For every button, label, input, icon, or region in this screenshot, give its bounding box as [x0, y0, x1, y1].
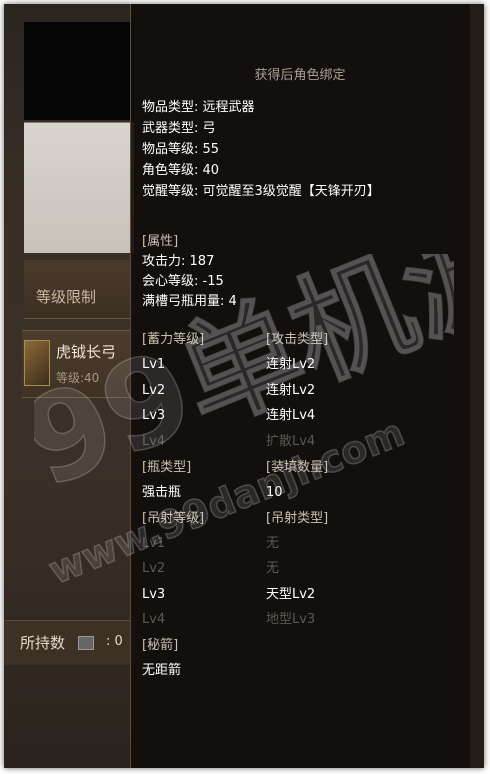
arc-lv1: Lv1 [142, 536, 166, 551]
arc-level-header: [吊射等级] [142, 511, 205, 526]
attr-header: [属性] [142, 234, 179, 249]
charge-type3: 连射Lv4 [266, 408, 316, 423]
secret-value: 无距箭 [142, 663, 182, 678]
attack-type-header: [攻击类型] [266, 332, 329, 347]
charge-type2: 连射Lv2 [266, 383, 316, 398]
arc-type-header: [吊射类型] [266, 511, 329, 526]
arc-type2: 无 [266, 561, 280, 576]
charge-lv4: Lv4 [142, 434, 166, 449]
charge-type4: 扩散Lv4 [266, 434, 316, 449]
info-weapon-type: 武器类型: 弓 [142, 121, 216, 136]
info-char-level: 角色等级: 40 [142, 163, 220, 178]
bottle-header: [瓶类型] [142, 460, 192, 475]
bag-icon [78, 636, 94, 650]
hold-count-label: 所持数 [20, 634, 66, 652]
arc-type3: 天型Lv2 [266, 587, 316, 602]
load-value: 10 [266, 485, 283, 500]
info-awaken-level: 觉醒等级: 可觉醒至3级觉醒【天锋开刃】 [142, 184, 380, 199]
arc-lv4: Lv4 [142, 612, 166, 627]
bind-note: 获得后角色绑定 [254, 68, 346, 83]
top-dark-area [24, 22, 134, 120]
info-item-type: 物品类型: 远程武器 [142, 100, 255, 115]
item-preview-area [24, 122, 134, 253]
charge-lv3: Lv3 [142, 408, 166, 423]
arc-lv2: Lv2 [142, 561, 166, 576]
secret-header: [秘箭] [142, 638, 179, 653]
info-item-level: 物品等级: 55 [142, 142, 220, 157]
arc-lv3: Lv3 [142, 587, 166, 602]
charge-lv2: Lv2 [142, 383, 166, 398]
charge-lv1: Lv1 [142, 357, 166, 372]
charge-header: [蓄力等级] [142, 332, 205, 347]
attr-attack: 攻击力: 187 [142, 254, 215, 269]
bottle-value: 强击瓶 [142, 485, 182, 500]
attr-bottle: 满槽弓瓶用量: 4 [142, 294, 237, 309]
load-header: [装填数量] [266, 460, 329, 475]
hold-count-value: : 0 [106, 634, 123, 649]
item-name: 虎钺长弓 [56, 343, 117, 361]
attr-crit: 会心等级: -15 [142, 274, 224, 289]
right-edge [470, 4, 484, 768]
level-limit-label: 等级限制 [36, 288, 97, 306]
arc-type4: 地型Lv3 [266, 612, 316, 627]
charge-type1: 连射Lv2 [266, 357, 316, 372]
item-level: 等级:40 [56, 371, 100, 385]
arc-type1: 无 [266, 536, 280, 551]
bow-icon [24, 340, 50, 386]
game-window: 等级限制 虎钺长弓 等级:40 所持数 : 0 获得后角色绑定 物品类型: 远程… [4, 4, 484, 768]
